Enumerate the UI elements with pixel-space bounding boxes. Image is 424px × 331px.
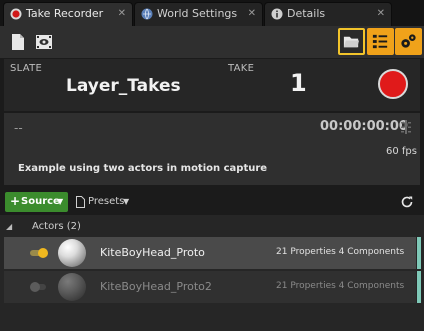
preset-document-icon (76, 196, 85, 208)
settings-button[interactable] (395, 28, 422, 55)
fps-readout[interactable]: 60 fps (386, 146, 417, 157)
source-button-label: Source (21, 196, 60, 207)
film-eye-icon[interactable] (34, 32, 54, 52)
list-item[interactable]: KiteBoyHead_Proto2 21 Properties 4 Compo… (4, 271, 421, 303)
list-item[interactable]: KiteBoyHead_Proto 21 Properties 4 Compon… (4, 237, 421, 269)
tab-bar: Take Recorder ✕ World Settings ✕ Details… (0, 0, 424, 26)
take-number-field[interactable]: 1 (290, 69, 307, 97)
slate-name-field[interactable]: Layer_Takes (66, 76, 181, 96)
open-folder-button[interactable] (338, 28, 365, 55)
close-icon[interactable]: ✕ (248, 3, 256, 25)
actor-thumbnail (58, 239, 86, 267)
close-icon[interactable]: ✕ (377, 3, 385, 25)
actor-name: KiteBoyHead_Proto (100, 246, 205, 259)
add-source-button[interactable]: + Source ▼ (5, 192, 68, 212)
slate-panel: SLATE Layer_Takes TAKE 1 (4, 59, 420, 111)
record-button[interactable] (378, 69, 408, 99)
reset-icon[interactable] (400, 195, 414, 209)
toggle-knob (38, 248, 48, 258)
actor-properties-summary: 21 Properties 4 Components (276, 247, 405, 257)
timecode-ruler-icon[interactable] (400, 119, 412, 135)
row-accent-bar (417, 237, 421, 269)
settings-gear-icon (401, 34, 416, 48)
collapse-triangle-icon[interactable]: ◢ (6, 218, 12, 236)
tab-label: Details (287, 7, 326, 20)
tab-world-settings[interactable]: World Settings ✕ (134, 2, 263, 26)
folder-open-icon (343, 36, 360, 48)
plus-icon: + (10, 194, 21, 208)
take-description[interactable]: Example using two actors in motion captu… (18, 163, 267, 174)
toolbar (0, 26, 424, 58)
actors-group-header[interactable]: ◢ Actors (2) (0, 218, 424, 236)
chevron-down-icon: ▼ (57, 197, 64, 206)
tab-label: World Settings (157, 7, 238, 20)
document-icon[interactable] (8, 32, 28, 52)
actor-name: KiteBoyHead_Proto2 (100, 280, 212, 293)
enabled-toggle[interactable] (30, 248, 48, 258)
list-icon (372, 34, 388, 49)
tab-take-recorder[interactable]: Take Recorder ✕ (3, 2, 133, 26)
actor-properties-summary: 21 Properties 4 Components (276, 281, 405, 291)
tab-label: Take Recorder (26, 7, 104, 20)
actor-thumbnail (58, 273, 86, 301)
timecode-display: 00:00:00:00 (320, 119, 408, 134)
list-button[interactable] (367, 28, 394, 55)
info-icon (271, 8, 283, 20)
group-label: Actors (2) (32, 221, 81, 232)
record-icon (10, 8, 22, 20)
close-icon[interactable]: ✕ (118, 3, 126, 25)
timecode-panel: -- 00:00:00:00 60 fps Example using two … (4, 113, 420, 185)
row-accent-bar (417, 271, 421, 303)
timestamp-placeholder: -- (14, 121, 23, 135)
enabled-toggle[interactable] (30, 282, 48, 292)
toggle-knob (30, 282, 40, 292)
sources-list: ◢ Actors (2) KiteBoyHead_Proto 21 Proper… (0, 215, 424, 331)
slate-label: SLATE (10, 63, 43, 74)
sources-toolbar: + Source ▼ Presets ▼ (0, 190, 424, 214)
globe-icon (141, 8, 153, 20)
chevron-down-icon: ▼ (123, 197, 130, 206)
presets-label: Presets (88, 196, 125, 207)
tab-details[interactable]: Details ✕ (264, 2, 392, 26)
take-label: TAKE (228, 63, 255, 74)
